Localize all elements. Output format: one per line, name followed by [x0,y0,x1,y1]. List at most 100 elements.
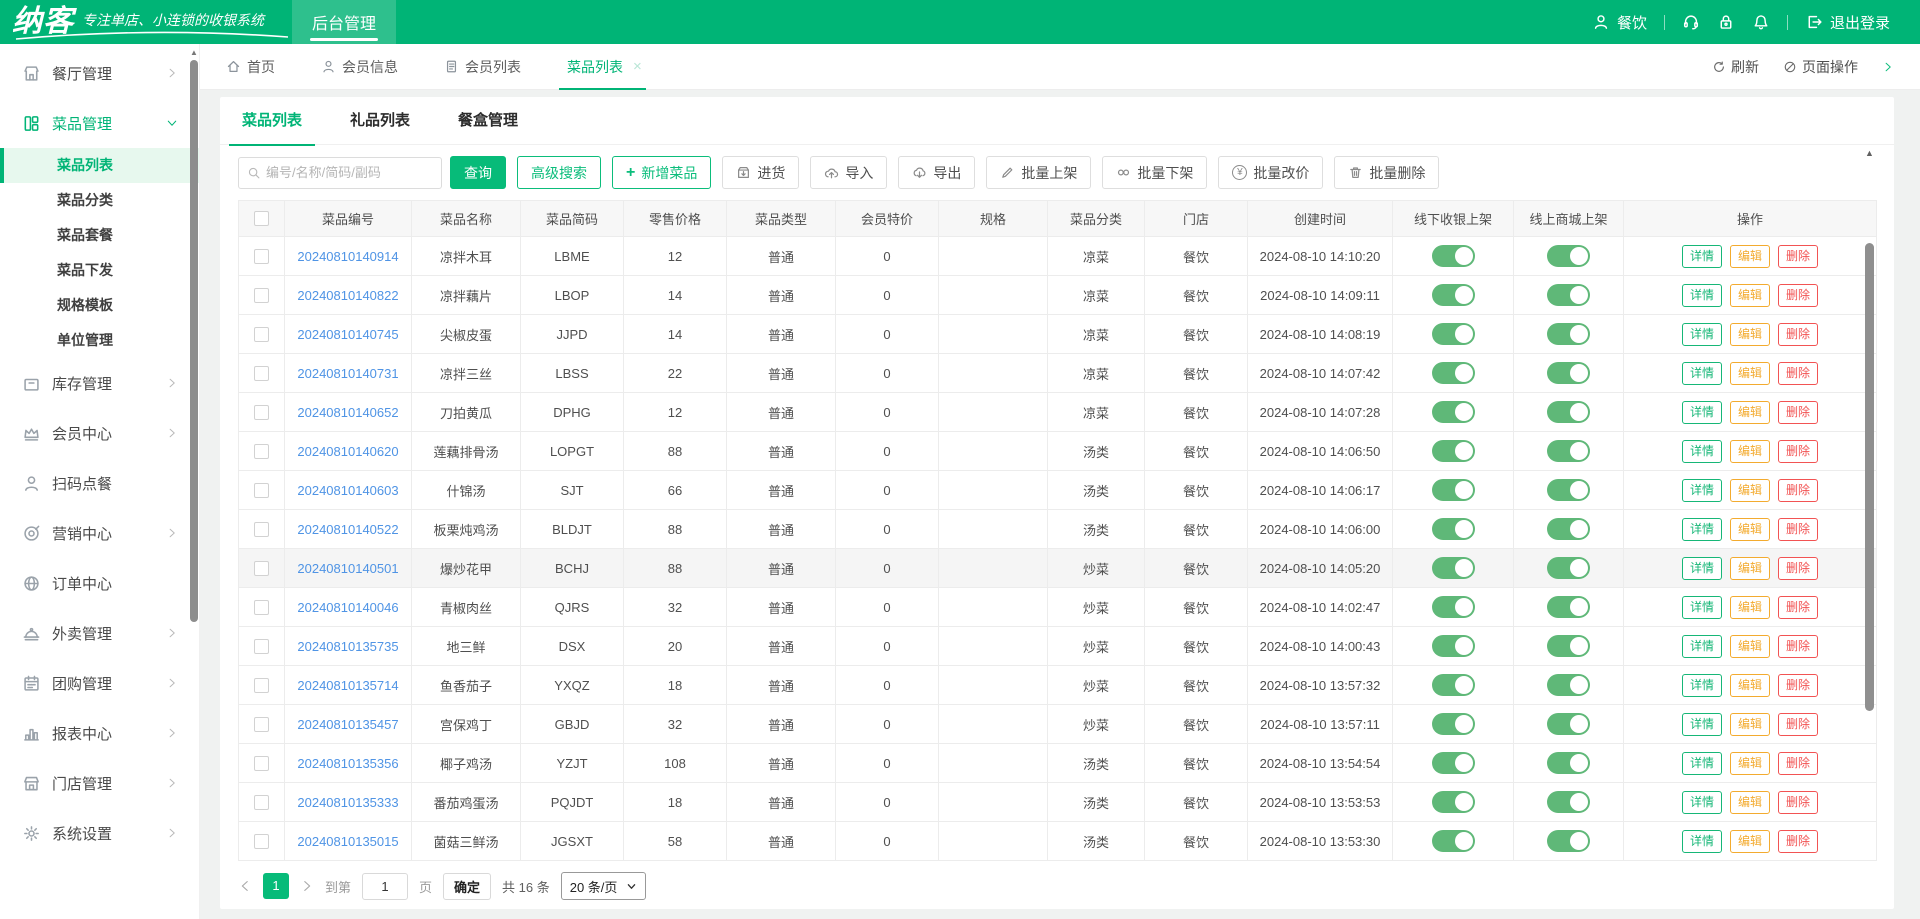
delete-button[interactable]: 删除 [1778,791,1818,814]
refresh-button[interactable]: 刷新 [1712,57,1759,77]
toggle-online-mall[interactable] [1547,323,1590,345]
prev-page-icon[interactable] [238,879,252,893]
row-checkbox[interactable] [254,444,269,459]
delete-button[interactable]: 删除 [1778,596,1818,619]
detail-button[interactable]: 详情 [1682,362,1722,385]
row-checkbox[interactable] [254,600,269,615]
page-tab-member-list[interactable]: 会员列表 [444,44,521,90]
close-icon[interactable]: × [633,58,642,75]
batch-reprice-button[interactable]: ¥批量改价 [1218,156,1323,189]
select-all-checkbox[interactable] [254,211,269,226]
detail-button[interactable]: 详情 [1682,479,1722,502]
sidebar-item-restaurant[interactable]: 餐厅管理 [0,48,199,98]
detail-button[interactable]: 详情 [1682,674,1722,697]
dish-code-link[interactable]: 20240810140046 [297,600,398,615]
toggle-offline-cashier[interactable] [1432,557,1475,579]
next-page-icon[interactable] [300,879,314,893]
edit-button[interactable]: 编辑 [1730,674,1770,697]
delete-button[interactable]: 删除 [1778,713,1818,736]
bell-icon[interactable] [1752,13,1770,31]
detail-button[interactable]: 详情 [1682,635,1722,658]
import-button[interactable]: 导入 [810,156,887,189]
toggle-online-mall[interactable] [1547,830,1590,852]
table-scrollbar-thumb[interactable] [1865,243,1874,711]
toggle-online-mall[interactable] [1547,713,1590,735]
scroll-up-arrow-icon[interactable]: ▲ [1864,147,1875,159]
detail-button[interactable]: 详情 [1682,245,1722,268]
edit-button[interactable]: 编辑 [1730,323,1770,346]
edit-button[interactable]: 编辑 [1730,362,1770,385]
row-checkbox[interactable] [254,639,269,654]
sidebar-scrollbar-thumb[interactable] [190,60,198,622]
sidebar-item-settings[interactable]: 系统设置 [0,808,199,858]
toggle-offline-cashier[interactable] [1432,518,1475,540]
detail-button[interactable]: 详情 [1682,518,1722,541]
toggle-offline-cashier[interactable] [1432,440,1475,462]
edit-button[interactable]: 编辑 [1730,635,1770,658]
delete-button[interactable]: 删除 [1778,518,1818,541]
sidebar-subitem-dish-list[interactable]: 菜品列表 [0,148,199,183]
toggle-offline-cashier[interactable] [1432,713,1475,735]
dish-code-link[interactable]: 20240810140522 [297,522,398,537]
scroll-up-arrow-icon[interactable]: ▲ [190,48,198,58]
dish-code-link[interactable]: 20240810135457 [297,717,398,732]
sidebar-item-scan-order[interactable]: 扫码点餐 [0,458,199,508]
sidebar-item-dishes[interactable]: 菜品管理 [0,98,199,148]
delete-button[interactable]: 删除 [1778,401,1818,424]
sidebar-item-takeout[interactable]: 外卖管理 [0,608,199,658]
batch-off-shelf-button[interactable]: 批量下架 [1102,156,1207,189]
sidebar-subitem-spec-template[interactable]: 规格模板 [0,288,199,323]
detail-button[interactable]: 详情 [1682,752,1722,775]
table-scrollbar[interactable]: ▲ [1864,147,1875,899]
dish-code-link[interactable]: 20240810140501 [297,561,398,576]
toggle-online-mall[interactable] [1547,401,1590,423]
edit-button[interactable]: 编辑 [1730,557,1770,580]
row-checkbox[interactable] [254,327,269,342]
delete-button[interactable]: 删除 [1778,323,1818,346]
sidebar-item-marketing[interactable]: 营销中心 [0,508,199,558]
edit-button[interactable]: 编辑 [1730,284,1770,307]
row-checkbox[interactable] [254,483,269,498]
row-checkbox[interactable] [254,834,269,849]
dish-code-link[interactable]: 20240810140731 [297,366,398,381]
toggle-offline-cashier[interactable] [1432,635,1475,657]
edit-button[interactable]: 编辑 [1730,752,1770,775]
delete-button[interactable]: 删除 [1778,362,1818,385]
delete-button[interactable]: 删除 [1778,284,1818,307]
logout-button[interactable]: 退出登录 [1805,12,1890,33]
edit-button[interactable]: 编辑 [1730,596,1770,619]
module-tab-gift-list[interactable]: 礼品列表 [350,97,410,145]
per-page-select[interactable]: 20 条/页 [561,872,647,900]
chevron-right-icon[interactable] [1882,61,1894,73]
toggle-offline-cashier[interactable] [1432,401,1475,423]
page-tab-home[interactable]: 首页 [226,44,275,90]
delete-button[interactable]: 删除 [1778,830,1818,853]
dish-code-link[interactable]: 20240810135735 [297,639,398,654]
toggle-online-mall[interactable] [1547,479,1590,501]
edit-button[interactable]: 编辑 [1730,713,1770,736]
sidebar-subitem-dish-combo[interactable]: 菜品套餐 [0,218,199,253]
dish-code-link[interactable]: 20240810140822 [297,288,398,303]
detail-button[interactable]: 详情 [1682,401,1722,424]
edit-button[interactable]: 编辑 [1730,518,1770,541]
module-tab-mealbox[interactable]: 餐盒管理 [458,97,518,145]
dish-code-link[interactable]: 20240810135015 [297,834,398,849]
page-number-current[interactable]: 1 [263,873,289,899]
page-tab-member-info[interactable]: 会员信息 [321,44,398,90]
dish-code-link[interactable]: 20240810135714 [297,678,398,693]
sidebar-item-inventory[interactable]: 库存管理 [0,358,199,408]
page-ops-button[interactable]: 页面操作 [1783,57,1858,77]
edit-button[interactable]: 编辑 [1730,401,1770,424]
toggle-offline-cashier[interactable] [1432,479,1475,501]
detail-button[interactable]: 详情 [1682,323,1722,346]
sidebar-item-groupbuy[interactable]: 团购管理 [0,658,199,708]
toggle-offline-cashier[interactable] [1432,596,1475,618]
edit-button[interactable]: 编辑 [1730,245,1770,268]
detail-button[interactable]: 详情 [1682,284,1722,307]
sidebar-item-member-center[interactable]: 会员中心 [0,408,199,458]
dish-code-link[interactable]: 20240810135333 [297,795,398,810]
row-checkbox[interactable] [254,717,269,732]
page-tab-dish-list[interactable]: 菜品列表× [567,44,642,90]
delete-button[interactable]: 删除 [1778,245,1818,268]
toggle-offline-cashier[interactable] [1432,791,1475,813]
